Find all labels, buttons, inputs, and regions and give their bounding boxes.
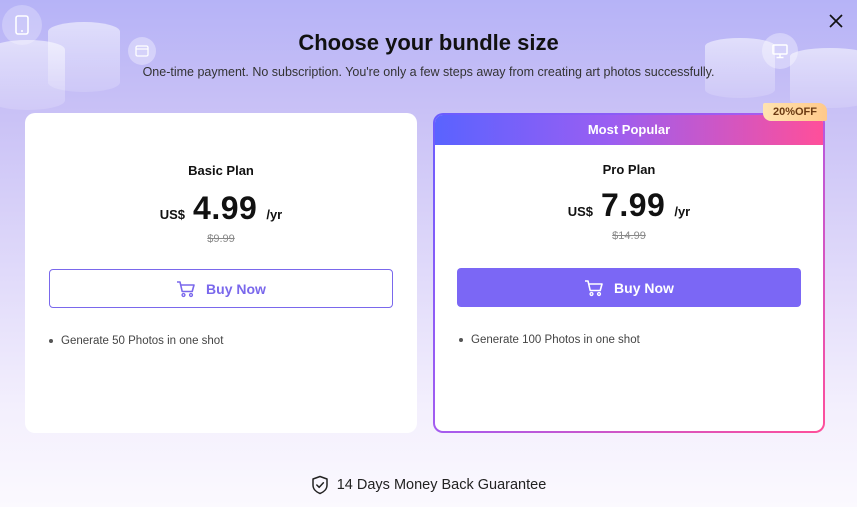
currency-label: US$ — [567, 204, 594, 219]
price-amount: 4.99 — [193, 190, 258, 226]
shield-check-icon — [311, 475, 329, 495]
feature-item: Generate 100 Photos in one shot — [459, 334, 823, 346]
original-price: $9.99 — [207, 233, 235, 245]
currency-label: US$ — [159, 207, 186, 222]
dialog-title: Choose your bundle size — [298, 30, 559, 55]
plan-name: Basic Plan — [188, 163, 254, 178]
cart-icon — [176, 280, 196, 298]
buy-now-label: Buy Now — [614, 279, 674, 296]
feature-text: Generate 50 Photos in one shot — [61, 335, 224, 347]
price-period: /yr — [266, 207, 283, 222]
close-button[interactable] — [825, 10, 847, 32]
plan-name: Pro Plan — [602, 162, 656, 177]
discount-badge: 20%OFF — [763, 103, 827, 121]
original-price: $14.99 — [612, 230, 646, 242]
price-row: US$ 4.99 /yr — [25, 190, 417, 227]
feature-item: Generate 50 Photos in one shot — [49, 335, 417, 347]
bullet-icon — [49, 339, 53, 343]
plan-card-pro: Most Popular Pro Plan US$ 7.99 /yr $14.9… — [433, 113, 825, 433]
price-period: /yr — [674, 204, 691, 219]
buy-now-button-pro[interactable]: Buy Now — [457, 268, 801, 307]
cart-icon — [584, 279, 604, 297]
price-row: US$ 7.99 /yr — [435, 187, 823, 224]
buy-now-label: Buy Now — [206, 280, 266, 297]
money-back-guarantee: 14 Days Money Back Guarantee — [0, 475, 857, 495]
plan-card-basic: Basic Plan US$ 4.99 /yr $9.99 Buy Now Ge… — [25, 113, 417, 433]
bullet-icon — [459, 338, 463, 342]
guarantee-text: 14 Days Money Back Guarantee — [336, 477, 547, 493]
feature-text: Generate 100 Photos in one shot — [471, 334, 640, 346]
dialog-subtitle: One-time payment. No subscription. You'r… — [142, 65, 715, 79]
most-popular-ribbon: Most Popular — [435, 115, 823, 145]
close-icon — [829, 14, 843, 28]
price-amount: 7.99 — [601, 187, 666, 223]
buy-now-button-basic[interactable]: Buy Now — [49, 269, 393, 308]
